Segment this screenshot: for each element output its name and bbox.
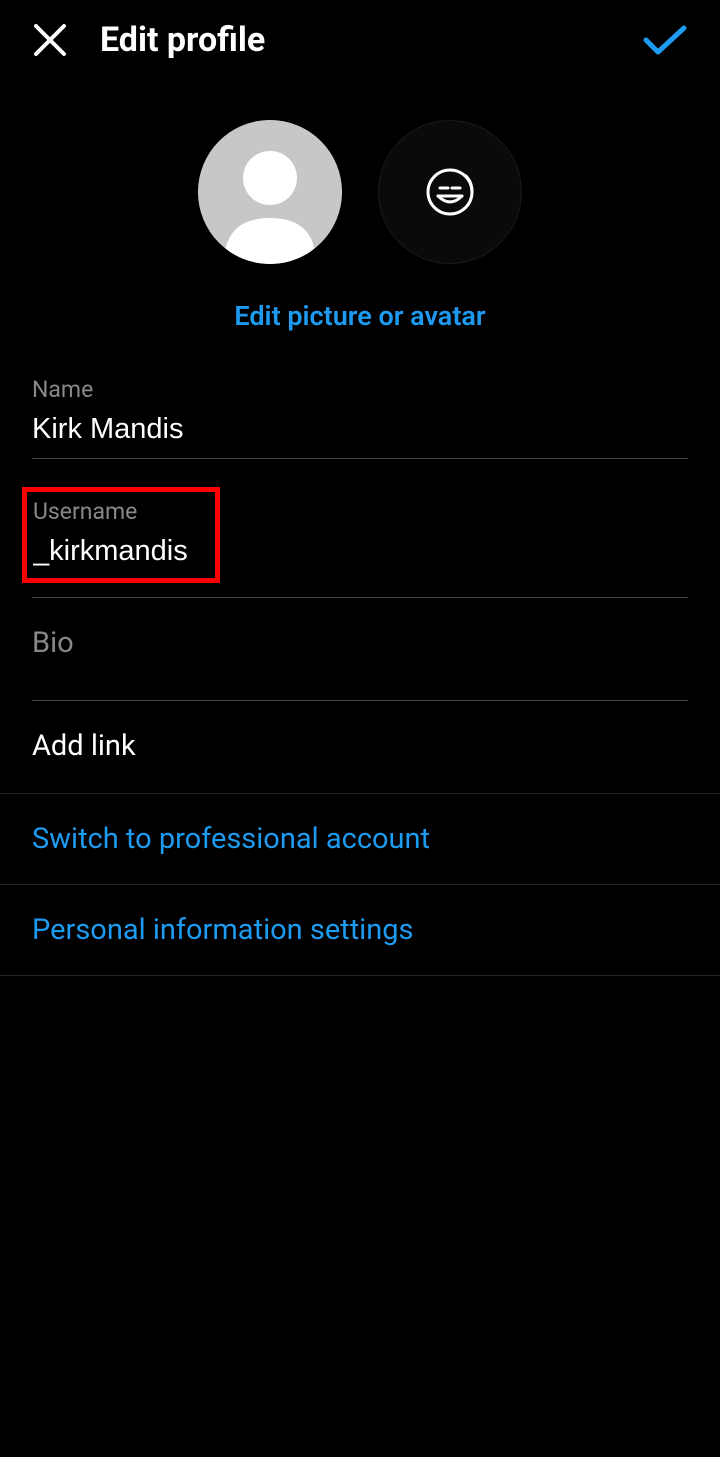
name-label: Name [32,376,688,403]
profile-picture[interactable] [198,120,342,264]
edit-picture-link[interactable]: Edit picture or avatar [0,300,720,332]
x-icon [30,20,70,60]
close-icon[interactable] [30,20,70,60]
bio-field-group[interactable]: Bio [32,626,688,701]
username-input[interactable] [33,535,209,568]
form-section: Name Username Bio Add link [0,376,720,793]
personal-info-link[interactable]: Personal information settings [0,885,720,975]
page-title: Edit profile [100,20,610,60]
bio-label: Bio [32,626,688,660]
username-label: Username [33,498,209,525]
header: Edit profile [0,0,720,80]
avatar-option[interactable] [378,120,522,264]
links-section: Switch to professional account Personal … [0,793,720,976]
confirm-button[interactable] [640,20,690,60]
switch-professional-link[interactable]: Switch to professional account [0,794,720,885]
avatar-emoji-icon [424,166,476,218]
username-highlight: Username [22,487,220,583]
name-field-group[interactable]: Name [32,376,688,459]
username-field-group[interactable]: Username [32,487,688,598]
avatar-section [0,120,720,264]
add-link-button[interactable]: Add link [32,729,688,793]
person-icon [198,120,342,264]
name-input[interactable] [32,413,688,446]
check-icon [640,20,690,60]
